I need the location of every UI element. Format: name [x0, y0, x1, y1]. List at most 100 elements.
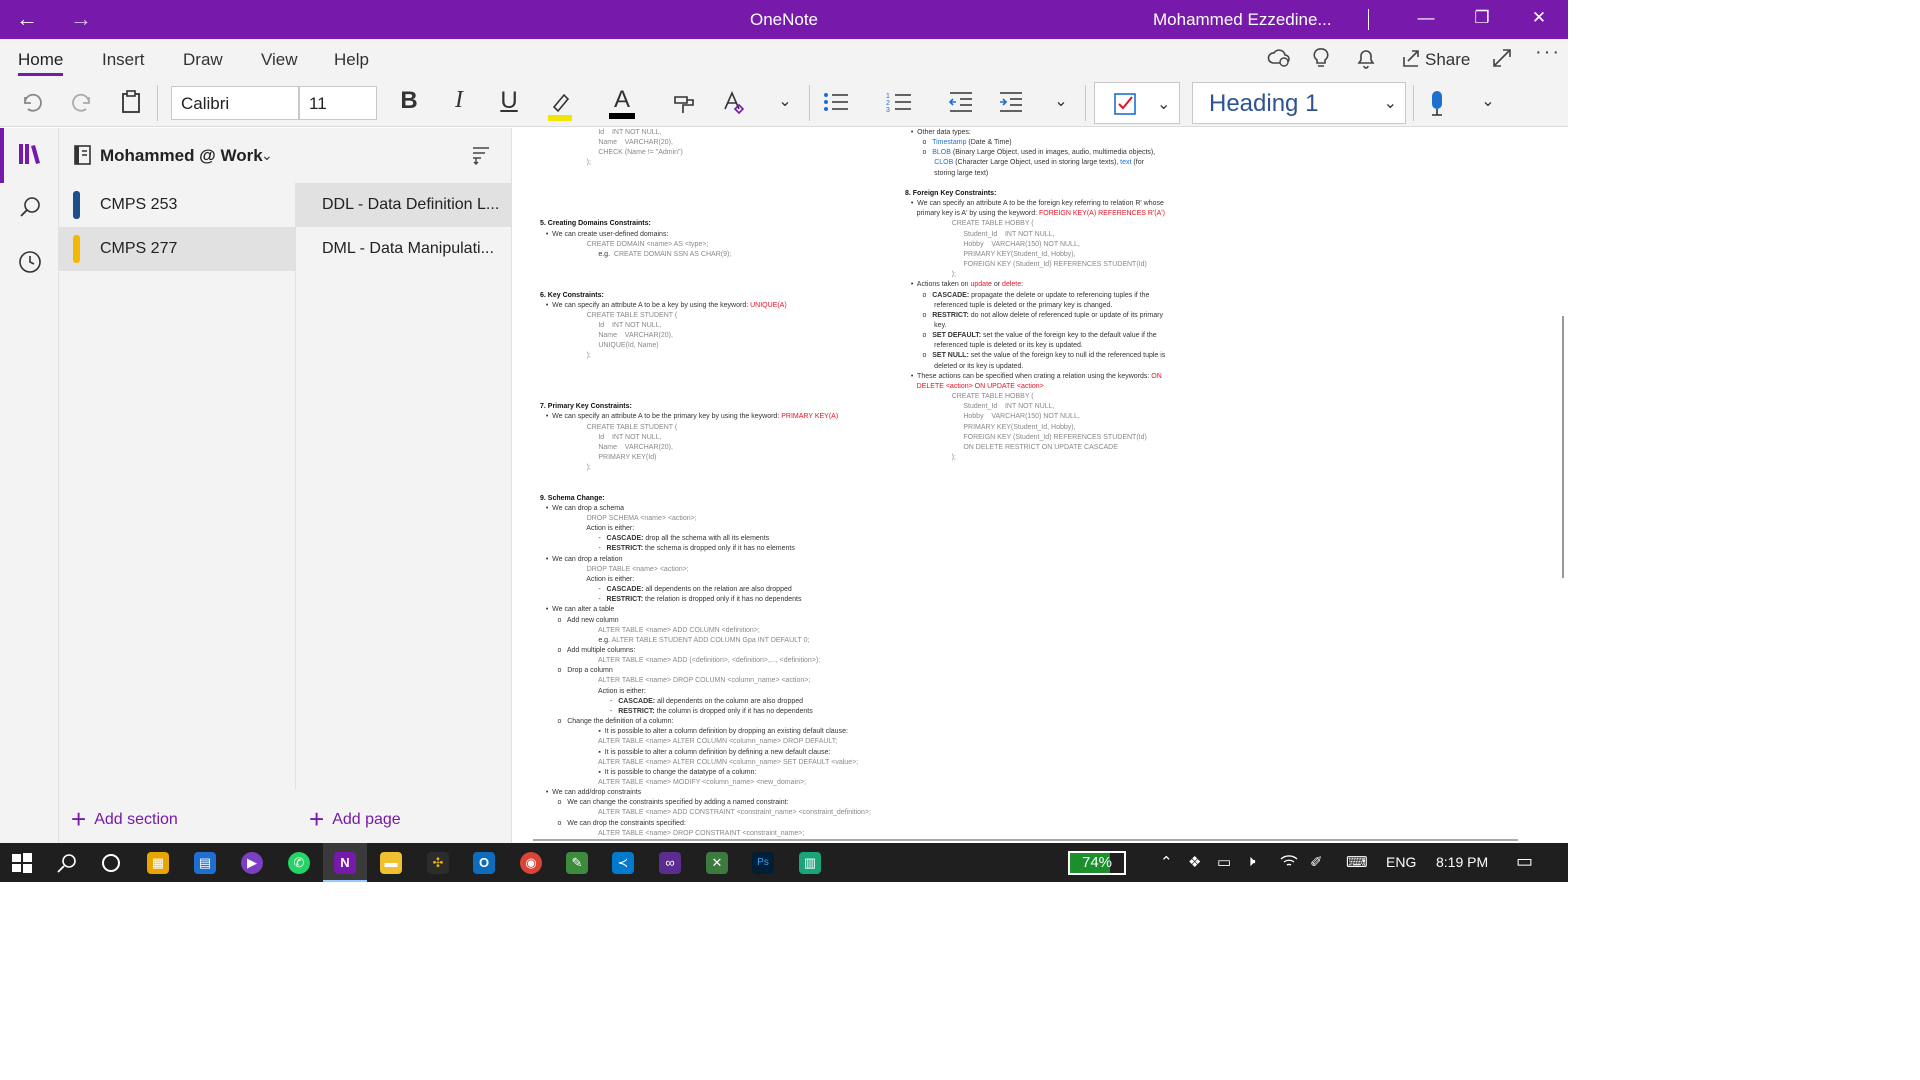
vertical-scrollbar[interactable]	[1562, 316, 1564, 578]
style-selector[interactable]: Heading 1 ⌄	[1192, 82, 1406, 124]
close-button[interactable]: ✕	[1524, 8, 1554, 28]
tab-help[interactable]: Help	[334, 50, 369, 70]
font-color-letter: A	[613, 86, 630, 113]
bullet-list-icon[interactable]	[821, 89, 851, 121]
chevron-down-icon[interactable]: ⌄	[1046, 91, 1076, 111]
horizontal-scrollbar[interactable]	[533, 839, 1518, 841]
todo-tag-button[interactable]: ⌄	[1094, 82, 1180, 124]
checkbox-tag-icon	[1113, 92, 1137, 121]
notebook-header[interactable]: Mohammed @ Work ⌄	[59, 128, 512, 183]
notebooks-icon[interactable]	[14, 142, 46, 172]
format-painter-icon[interactable]	[670, 89, 700, 121]
section-color-swatch	[73, 191, 80, 219]
add-page-label: Add page	[332, 811, 401, 828]
note-canvas[interactable]: Id INT NOT NULL, Name VARCHAR(20), CHECK…	[513, 128, 1568, 843]
xamarin-icon[interactable]: ✕	[706, 852, 728, 874]
app-title: OneNote	[749, 10, 819, 29]
visual-studio-icon[interactable]: ∞	[659, 852, 681, 874]
sync-icon[interactable]	[1267, 47, 1291, 75]
notepad-icon[interactable]: ✎	[566, 852, 588, 874]
chevron-down-icon[interactable]: ⌄	[1157, 94, 1170, 114]
search-icon[interactable]	[56, 852, 78, 874]
pen-icon[interactable]: ✐	[1310, 853, 1323, 871]
tab-draw[interactable]: Draw	[183, 50, 223, 70]
font-size-field[interactable]: 11	[299, 86, 377, 120]
volume-muted-icon[interactable]: 🕨	[1246, 853, 1255, 870]
chevron-down-icon[interactable]: ⌄	[770, 91, 800, 111]
undo-icon[interactable]	[17, 89, 47, 121]
keyboard-icon[interactable]: ⌨	[1346, 853, 1368, 871]
italic-button[interactable]: I	[444, 87, 474, 114]
windows-start-icon[interactable]	[11, 852, 33, 874]
windows-taskbar: ▦ ▤ ▶ ✆ N ▬ ✣ O ◉ ✎ ≺ ∞ ✕ Ps ▥ 74% ⌃ ❖ ▭…	[0, 843, 1568, 882]
plus-icon: +	[71, 804, 87, 834]
more-options-icon[interactable]: ···	[1535, 41, 1561, 64]
chrome-icon[interactable]: ◉	[520, 852, 542, 874]
vscode-icon[interactable]: ≺	[612, 852, 634, 874]
share-icon[interactable]	[1400, 47, 1422, 75]
highlighter-icon[interactable]	[545, 89, 575, 127]
redo-icon[interactable]	[67, 89, 97, 121]
section-item[interactable]: CMPS 253	[59, 183, 296, 227]
add-page-button[interactable]: + Add page	[309, 804, 401, 835]
chevron-down-icon[interactable]: ⌄	[1473, 91, 1503, 111]
restore-button[interactable]: ❐	[1467, 8, 1497, 28]
photoshop-icon[interactable]: Ps	[752, 852, 774, 874]
section-item[interactable]: CMPS 277	[59, 227, 296, 271]
clipboard-icon[interactable]	[116, 89, 146, 121]
calendar-icon[interactable]: ▤	[194, 852, 216, 874]
sort-icon[interactable]	[471, 144, 491, 171]
recent-clock-icon[interactable]	[14, 250, 46, 280]
decrease-indent-icon[interactable]	[946, 89, 976, 121]
sheets-icon[interactable]: ▥	[799, 852, 821, 874]
store-icon[interactable]: ▦	[147, 852, 169, 874]
plus-icon: +	[309, 804, 325, 834]
chevron-up-icon[interactable]: ⌃	[1160, 853, 1173, 871]
increase-indent-icon[interactable]	[996, 89, 1026, 121]
user-name[interactable]: Mohammed Ezzedine...	[1153, 10, 1332, 30]
bell-icon[interactable]	[1355, 47, 1377, 75]
ribbon-separator	[1413, 85, 1414, 121]
clear-formatting-icon[interactable]	[720, 89, 750, 121]
ribbon-toolbar: Calibri 11 B I U A ⌄ 123 ⌄ ⌄ Heading 1 ⌄	[0, 79, 1568, 127]
chevron-down-icon[interactable]: ⌄	[261, 147, 273, 164]
expand-icon[interactable]	[1491, 47, 1513, 75]
page-item[interactable]: DML - Data Manipulati...	[296, 227, 512, 271]
note-content-left[interactable]: Id INT NOT NULL, Name VARCHAR(20), CHECK…	[540, 128, 871, 839]
tab-view[interactable]: View	[261, 50, 298, 70]
whatsapp-icon[interactable]: ✆	[288, 852, 310, 874]
search-icon[interactable]	[14, 195, 46, 225]
svg-text:3: 3	[886, 107, 890, 114]
font-color-button[interactable]: A	[607, 86, 637, 119]
active-tab-indicator	[18, 73, 63, 76]
tab-home[interactable]: Home	[18, 50, 63, 70]
outlook-icon[interactable]: O	[473, 852, 495, 874]
chevron-down-icon: ⌄	[1383, 95, 1397, 112]
ribbon-separator	[1085, 85, 1086, 121]
numbered-list-icon[interactable]: 123	[884, 89, 914, 121]
note-content-right[interactable]: • Other data types: o Timestamp (Date & …	[905, 128, 1165, 463]
clock[interactable]: 8:19 PM	[1436, 854, 1488, 870]
battery-icon[interactable]: ▭	[1217, 853, 1231, 871]
dictate-microphone-icon[interactable]	[1422, 89, 1452, 123]
lightbulb-icon[interactable]	[1311, 47, 1331, 75]
font-name-field[interactable]: Calibri	[171, 86, 299, 120]
slack-icon[interactable]: ✣	[427, 852, 449, 874]
battery-indicator[interactable]: 74%	[1068, 851, 1126, 875]
add-section-button[interactable]: + Add section	[71, 804, 178, 835]
underline-button[interactable]: U	[494, 87, 524, 115]
cortana-icon[interactable]	[100, 852, 122, 874]
share-button[interactable]: Share	[1425, 50, 1470, 70]
minimize-button[interactable]: —	[1411, 8, 1441, 28]
page-list: DDL - Data Definition L... DML - Data Ma…	[296, 183, 512, 789]
language-indicator[interactable]: ENG	[1386, 854, 1416, 870]
wifi-icon[interactable]	[1280, 853, 1298, 873]
ribbon-separator	[157, 85, 158, 121]
page-item[interactable]: DDL - Data Definition L...	[296, 183, 512, 227]
bold-button[interactable]: B	[394, 87, 424, 115]
notifications-icon[interactable]: ▭	[1516, 851, 1533, 872]
tab-insert[interactable]: Insert	[102, 50, 145, 70]
media-player-icon[interactable]: ▶	[241, 852, 263, 874]
dropbox-icon[interactable]: ❖	[1188, 853, 1201, 871]
file-explorer-icon[interactable]: ▬	[380, 852, 402, 874]
